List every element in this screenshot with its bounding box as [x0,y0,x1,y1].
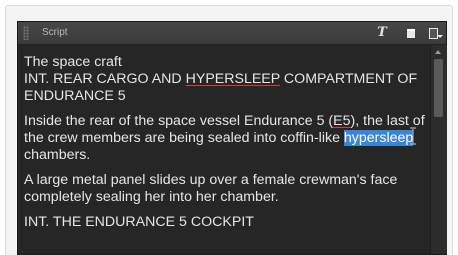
script-text-area[interactable]: The space craft INT. REAR CARGO AND HYPE… [18,45,430,254]
misspelled-word[interactable]: E5 [333,113,350,129]
scene-title: The space craft [24,54,122,70]
action-text-post: chambers. [24,147,91,163]
action-text: A large metal panel slides up over a fem… [24,172,398,205]
panel-titlebar[interactable]: Script T [18,22,446,45]
misspelled-word[interactable]: HYPERSLEEP [186,71,280,87]
script-panel: Script T The space craft INT. REAR CARGO… [18,22,447,254]
scene-heading-pre: INT. REAR CARGO AND [24,71,186,87]
action-paragraph-2: A large metal panel slides up over a fem… [24,172,428,206]
scene-heading-text: INT. THE ENDURANCE 5 COCKPIT [24,214,254,230]
page-frame: Script T The space craft INT. REAR CARGO… [0,0,458,255]
scene-heading-2: INT. THE ENDURANCE 5 COCKPIT [24,214,428,231]
window-icon-shape [407,29,415,38]
panel-title: Script [42,27,68,38]
scene-block-1: The space craft INT. REAR CARGO AND HYPE… [24,54,428,105]
font-icon[interactable]: T [375,25,389,41]
window-icon[interactable] [404,25,418,41]
scroll-up-arrow-icon[interactable] [435,50,441,54]
script-text[interactable]: The space craft INT. REAR CARGO AND HYPE… [24,54,428,239]
action-text-pre: Inside the rear of the space vessel Endu… [24,113,334,129]
panel-menu-icon[interactable] [426,25,443,41]
drag-grip-icon[interactable] [23,26,29,40]
action-paragraph-1: Inside the rear of the space vessel Endu… [24,113,428,164]
vertical-scrollbar[interactable] [430,45,447,254]
chevron-down-icon [437,35,443,38]
scrollbar-thumb[interactable] [434,59,443,117]
selected-text[interactable]: hypersleep [343,130,414,146]
